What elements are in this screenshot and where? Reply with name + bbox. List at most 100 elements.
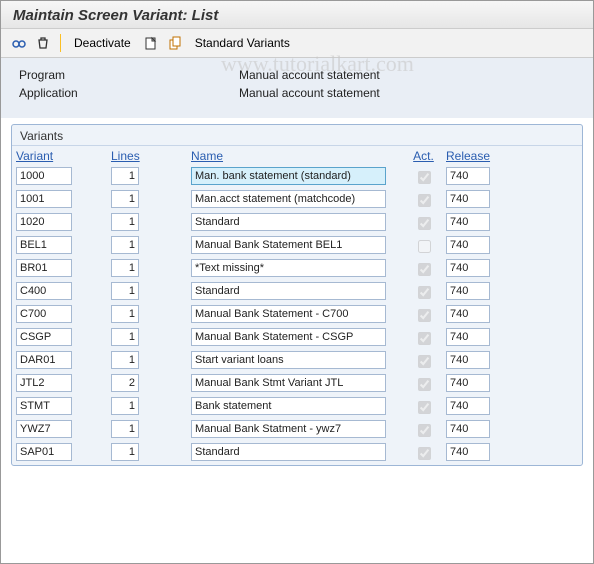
page-title: Maintain Screen Variant: List	[13, 7, 581, 24]
lines-cell[interactable]: 1	[111, 236, 139, 254]
release-cell[interactable]: 740	[446, 420, 490, 438]
variants-panel: Variants Variant Lines Name Act. Release…	[11, 124, 583, 466]
act-checkbox[interactable]	[418, 194, 431, 207]
variant-cell[interactable]: JTL2	[16, 374, 72, 392]
header-lines[interactable]: Lines	[111, 149, 140, 163]
release-cell[interactable]: 740	[446, 282, 490, 300]
name-cell[interactable]: Manual Bank Statement BEL1	[191, 236, 386, 254]
standard-variants-button[interactable]: Standard Variants	[189, 34, 296, 52]
lines-cell[interactable]: 1	[111, 213, 139, 231]
table-row: BEL1 1 Manual Bank Statement BEL1 740	[12, 235, 582, 258]
header: Maintain Screen Variant: List	[1, 1, 593, 29]
toolbar: Deactivate Standard Variants	[1, 29, 593, 58]
name-cell[interactable]: Manual Bank Statement - CSGP	[191, 328, 386, 346]
lines-cell[interactable]: 1	[111, 420, 139, 438]
act-checkbox[interactable]	[418, 424, 431, 437]
table-row: C700 1 Manual Bank Statement - C700 740	[12, 304, 582, 327]
name-cell[interactable]: Start variant loans	[191, 351, 386, 369]
deactivate-button[interactable]: Deactivate	[68, 34, 137, 52]
act-checkbox[interactable]	[418, 263, 431, 276]
release-cell[interactable]: 740	[446, 167, 490, 185]
header-variant[interactable]: Variant	[16, 149, 53, 163]
lines-cell[interactable]: 1	[111, 328, 139, 346]
release-cell[interactable]: 740	[446, 374, 490, 392]
variant-cell[interactable]: STMT	[16, 397, 72, 415]
table-row: CSGP 1 Manual Bank Statement - CSGP 740	[12, 327, 582, 350]
table-row: 1001 1 Man.acct statement (matchcode) 740	[12, 189, 582, 212]
table-row: STMT 1 Bank statement 740	[12, 396, 582, 419]
header-release[interactable]: Release	[446, 149, 490, 163]
name-cell[interactable]: Manual Bank Statement - C700	[191, 305, 386, 323]
lines-cell[interactable]: 2	[111, 374, 139, 392]
variant-cell[interactable]: BEL1	[16, 236, 72, 254]
release-cell[interactable]: 740	[446, 213, 490, 231]
variant-cell[interactable]: 1020	[16, 213, 72, 231]
act-checkbox[interactable]	[418, 286, 431, 299]
variants-grid: Variant Lines Name Act. Release 1000 1 Man…	[12, 145, 582, 465]
name-cell[interactable]: *Text missing*	[191, 259, 386, 277]
release-cell[interactable]: 740	[446, 305, 490, 323]
variant-cell[interactable]: 1001	[16, 190, 72, 208]
name-cell[interactable]: Man. bank statement (standard)	[191, 167, 386, 185]
release-cell[interactable]: 740	[446, 443, 490, 461]
release-cell[interactable]: 740	[446, 397, 490, 415]
program-value: Manual account statement	[239, 68, 575, 82]
release-cell[interactable]: 740	[446, 259, 490, 277]
info-area: Program Manual account statement Applica…	[1, 58, 593, 118]
variant-cell[interactable]: SAP01	[16, 443, 72, 461]
variant-cell[interactable]: BR01	[16, 259, 72, 277]
name-cell[interactable]: Standard	[191, 213, 386, 231]
glasses-icon[interactable]	[9, 33, 29, 53]
act-checkbox[interactable]	[418, 355, 431, 368]
name-cell[interactable]: Man.acct statement (matchcode)	[191, 190, 386, 208]
table-row: 1020 1 Standard 740	[12, 212, 582, 235]
lines-cell[interactable]: 1	[111, 190, 139, 208]
variant-cell[interactable]: DAR01	[16, 351, 72, 369]
act-checkbox[interactable]	[418, 240, 431, 253]
lines-cell[interactable]: 1	[111, 351, 139, 369]
toolbar-separator	[60, 34, 61, 52]
act-checkbox[interactable]	[418, 447, 431, 460]
copy-icon[interactable]	[165, 33, 185, 53]
table-row: YWZ7 1 Manual Bank Statment - ywz7 740	[12, 419, 582, 442]
release-cell[interactable]: 740	[446, 236, 490, 254]
act-checkbox[interactable]	[418, 378, 431, 391]
release-cell[interactable]: 740	[446, 328, 490, 346]
table-row: DAR01 1 Start variant loans 740	[12, 350, 582, 373]
release-cell[interactable]: 740	[446, 351, 490, 369]
variant-cell[interactable]: YWZ7	[16, 420, 72, 438]
variant-cell[interactable]: C700	[16, 305, 72, 323]
table-row: 1000 1 Man. bank statement (standard) 740	[12, 166, 582, 189]
lines-cell[interactable]: 1	[111, 305, 139, 323]
release-cell[interactable]: 740	[446, 190, 490, 208]
lines-cell[interactable]: 1	[111, 443, 139, 461]
program-label: Program	[19, 68, 239, 82]
panel-title: Variants	[12, 125, 582, 145]
lines-cell[interactable]: 1	[111, 259, 139, 277]
act-checkbox[interactable]	[418, 401, 431, 414]
act-checkbox[interactable]	[418, 171, 431, 184]
variant-cell[interactable]: 1000	[16, 167, 72, 185]
name-cell[interactable]: Bank statement	[191, 397, 386, 415]
table-row: C400 1 Standard 740	[12, 281, 582, 304]
name-cell[interactable]: Manual Bank Stmt Variant JTL	[191, 374, 386, 392]
variant-cell[interactable]: CSGP	[16, 328, 72, 346]
table-row: BR01 1 *Text missing* 740	[12, 258, 582, 281]
table-row: JTL2 2 Manual Bank Stmt Variant JTL 740	[12, 373, 582, 396]
lines-cell[interactable]: 1	[111, 167, 139, 185]
application-label: Application	[19, 86, 239, 100]
act-checkbox[interactable]	[418, 332, 431, 345]
lines-cell[interactable]: 1	[111, 282, 139, 300]
trash-icon[interactable]	[33, 33, 53, 53]
header-name[interactable]: Name	[191, 149, 223, 163]
header-act[interactable]: Act.	[413, 149, 434, 163]
lines-cell[interactable]: 1	[111, 397, 139, 415]
variant-cell[interactable]: C400	[16, 282, 72, 300]
name-cell[interactable]: Manual Bank Statment - ywz7	[191, 420, 386, 438]
new-icon[interactable]	[141, 33, 161, 53]
act-checkbox[interactable]	[418, 217, 431, 230]
table-row: SAP01 1 Standard 740	[12, 442, 582, 465]
name-cell[interactable]: Standard	[191, 443, 386, 461]
act-checkbox[interactable]	[418, 309, 431, 322]
name-cell[interactable]: Standard	[191, 282, 386, 300]
